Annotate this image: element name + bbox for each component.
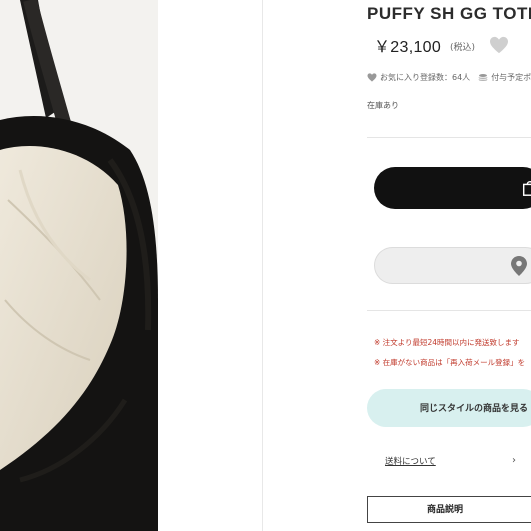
product-title: PUFFY SH GG TOTE [367,4,531,23]
column-divider [262,0,263,531]
meta-row: お気に入り登録数：64人 付与予定ポイント [367,72,531,83]
product-image[interactable] [0,0,158,531]
map-pin-icon [511,256,527,276]
tote-bag-photo [0,0,158,531]
add-to-cart-button[interactable] [374,167,531,209]
product-price: ￥23,100 [374,39,442,56]
restock-notice: ※ 在庫がない商品は「再入荷メール登録」を [374,358,526,367]
stock-status: 在庫あり [367,101,399,110]
divider [367,310,531,311]
shipping-notice: ※ 注文より最短24時間以内に発送致します [374,338,520,347]
shopping-bag-icon [522,180,531,196]
points-label: 付与予定ポイント [491,73,531,82]
shipping-info-link[interactable]: 送料について [385,455,436,467]
store-stock-button[interactable] [374,247,531,284]
divider [367,137,531,138]
product-description-tab[interactable]: 商品説明 [367,496,531,523]
heart-icon [367,73,377,82]
tax-note: (税込) [450,43,476,53]
similar-style-button[interactable]: 同じスタイルの商品を見る [367,389,531,427]
favorite-heart-icon[interactable] [489,36,509,54]
chevron-right-icon[interactable]: › [512,455,516,466]
product-info-panel: PUFFY SH GG TOTE ￥23,100 (税込) お気に入り登録数：6… [367,0,531,531]
coins-icon [478,73,488,81]
favorites-count: お気に入り登録数：64人 [380,73,471,82]
price-row: ￥23,100 (税込) [374,33,509,57]
